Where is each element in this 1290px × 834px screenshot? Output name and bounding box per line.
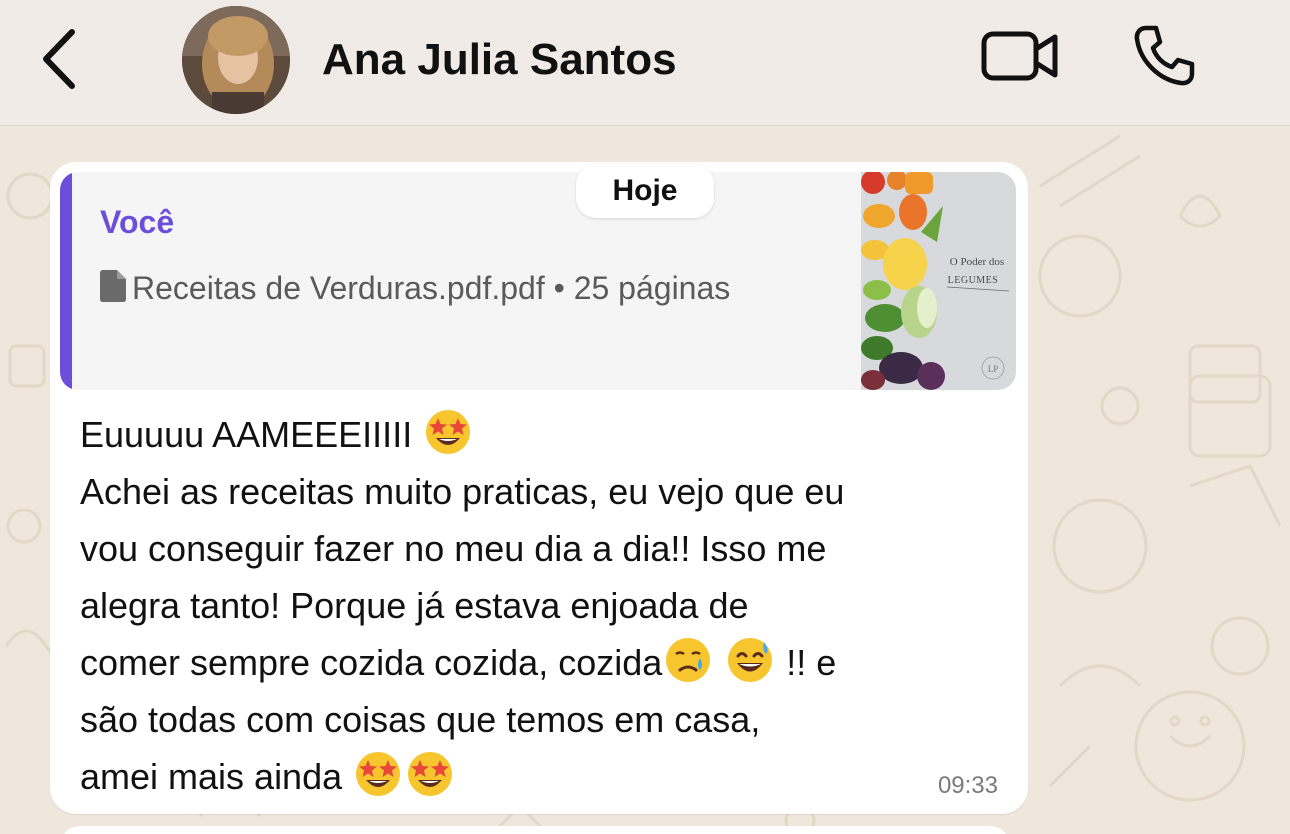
date-separator: Hoje	[576, 164, 714, 218]
contact-name[interactable]: Ana Julia Santos	[322, 30, 677, 90]
document-icon	[100, 270, 126, 302]
svg-text:O Poder dos: O Poder dos	[950, 256, 1004, 268]
chevron-left-icon	[43, 29, 75, 89]
info-separator: •	[553, 270, 565, 306]
video-camera-icon	[981, 31, 1058, 81]
phone-icon	[1134, 25, 1195, 86]
sad-relieved-emoji	[666, 638, 711, 682]
quoted-author: Você	[100, 204, 175, 240]
star-struck-emoji	[408, 752, 453, 796]
message-bubble[interactable]: Você Receitas de Verduras.pdf.pdf • 25 p…	[50, 162, 1028, 814]
message-line-8: amei mais ainda	[80, 756, 343, 797]
message-line-2: Achei as receitas muito praticas, eu vej…	[80, 471, 845, 512]
message-line-3: vou conseguir fazer no meu dia a dia!! I…	[80, 528, 827, 569]
grinning-sweat-emoji	[728, 638, 773, 682]
file-name: Receitas de Verduras.pdf.pdf	[132, 270, 545, 306]
next-message-bubble[interactable]	[60, 826, 1010, 834]
message-time: 09:33	[937, 772, 998, 799]
message-line-7: são todas com coisas que temos em casa,	[80, 699, 761, 740]
svg-text:LEGUMES: LEGUMES	[948, 275, 999, 286]
message-line-6: !! e	[786, 642, 837, 683]
quote-accent-bar	[60, 172, 72, 390]
document-thumbnail[interactable]: O Poder dos LEGUMES LP	[861, 172, 1016, 390]
message-line-1: Euuuuu AAMEEEIIIII	[80, 414, 413, 455]
quoted-file-info: Receitas de Verduras.pdf.pdf • 25 página…	[100, 264, 820, 312]
message-line-5: comer sempre cozida cozida, cozida	[80, 642, 663, 683]
voice-call-button[interactable]	[1128, 20, 1200, 92]
message-text: Euuuuu AAMEEEIIIII Achei as receitas mui…	[80, 406, 1010, 805]
chat-area[interactable]: Você Receitas de Verduras.pdf.pdf • 25 p…	[0, 126, 1290, 834]
avatar[interactable]	[182, 6, 290, 114]
page-count: 25 páginas	[573, 270, 731, 306]
svg-text:LP: LP	[988, 364, 999, 374]
star-struck-emoji	[356, 752, 401, 796]
video-call-button[interactable]	[978, 24, 1062, 88]
message-line-4: alegra tanto! Porque já estava enjoada d…	[80, 585, 749, 626]
quoted-document[interactable]: Você Receitas de Verduras.pdf.pdf • 25 p…	[60, 172, 1016, 390]
star-struck-emoji	[426, 410, 471, 454]
chat-header: Ana Julia Santos	[0, 0, 1290, 126]
back-button[interactable]	[34, 26, 86, 92]
